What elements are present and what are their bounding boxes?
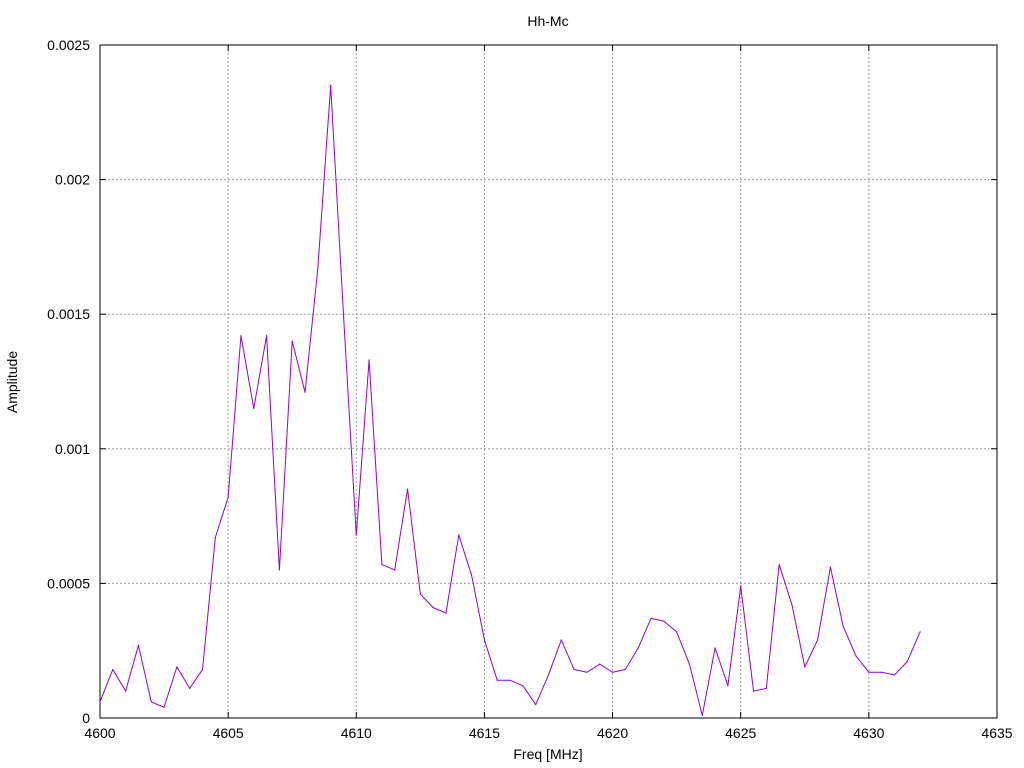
data-point bbox=[253, 407, 255, 410]
data-point bbox=[829, 566, 832, 568]
x-tick-label: 4605 bbox=[213, 725, 244, 741]
data-point bbox=[676, 631, 678, 633]
data-point bbox=[406, 488, 409, 490]
data-point bbox=[227, 496, 229, 498]
data-point bbox=[317, 267, 319, 270]
data-point bbox=[330, 84, 332, 86]
y-tick-labels: 0 0.0005 0.001 0.0015 0.002 0.0025 bbox=[47, 37, 90, 726]
data-point bbox=[611, 671, 614, 673]
x-tick-labels: 4600 4605 4610 4615 4620 4625 4630 4635 bbox=[84, 725, 1012, 741]
data-point bbox=[150, 701, 152, 703]
data-point bbox=[817, 639, 819, 641]
data-point bbox=[99, 701, 101, 703]
data-point bbox=[291, 340, 293, 342]
y-tick-label: 0.0015 bbox=[47, 306, 90, 322]
y-tick-label: 0.001 bbox=[55, 441, 90, 457]
y-tick-label: 0.002 bbox=[55, 172, 90, 188]
y-tick-label: 0.0025 bbox=[47, 37, 90, 53]
data-point bbox=[368, 359, 370, 361]
data-point bbox=[342, 313, 345, 315]
data-point bbox=[240, 335, 242, 337]
data-point bbox=[278, 569, 280, 571]
x-axis-label: Freq [MHz] bbox=[513, 746, 582, 762]
data-point bbox=[176, 666, 178, 668]
x-tick-label: 4600 bbox=[84, 725, 115, 741]
data-point bbox=[355, 534, 357, 536]
data-point bbox=[893, 674, 896, 676]
data-point bbox=[868, 671, 870, 673]
data-point bbox=[189, 687, 191, 689]
data-point bbox=[663, 620, 665, 622]
data-point bbox=[855, 655, 857, 657]
data-point bbox=[714, 647, 716, 649]
data-point bbox=[547, 674, 550, 676]
data-point bbox=[791, 604, 793, 606]
data-point bbox=[804, 666, 806, 668]
data-point bbox=[445, 612, 447, 614]
data-point bbox=[560, 639, 562, 641]
data-point bbox=[496, 679, 498, 681]
data-point bbox=[881, 671, 883, 673]
chart-title: Hh-Mc bbox=[527, 13, 568, 29]
data-point bbox=[650, 617, 652, 619]
x-tick-label: 4610 bbox=[341, 725, 372, 741]
data-point bbox=[419, 593, 421, 595]
x-tick-label: 4620 bbox=[597, 725, 628, 741]
y-axis-label: Amplitude bbox=[4, 351, 20, 413]
y-tick-label: 0 bbox=[82, 710, 90, 726]
data-point bbox=[573, 668, 575, 671]
x-tick-label: 4625 bbox=[725, 725, 756, 741]
data-point bbox=[765, 687, 767, 689]
data-point bbox=[727, 685, 729, 687]
data-point bbox=[394, 569, 396, 571]
data-point bbox=[599, 663, 601, 665]
data-point bbox=[752, 690, 755, 692]
data-point bbox=[624, 668, 626, 671]
grid-lines bbox=[100, 45, 997, 718]
data-point bbox=[137, 644, 140, 646]
data-point bbox=[201, 668, 204, 671]
data-point bbox=[125, 690, 127, 692]
data-point bbox=[586, 671, 588, 673]
x-tick-label: 4630 bbox=[853, 725, 884, 741]
data-point bbox=[842, 625, 844, 628]
data-point bbox=[483, 639, 486, 641]
data-point bbox=[522, 685, 524, 687]
plot-frame bbox=[99, 44, 998, 719]
data-point bbox=[381, 563, 383, 566]
data-point bbox=[701, 714, 703, 716]
data-point bbox=[509, 679, 511, 681]
data-point bbox=[112, 668, 114, 671]
x-tick-label: 4615 bbox=[469, 725, 500, 741]
data-point bbox=[535, 703, 537, 706]
y-tick-label: 0.0005 bbox=[47, 575, 90, 591]
data-point bbox=[163, 706, 165, 708]
data-point bbox=[458, 534, 460, 536]
axis-ticks bbox=[99, 44, 998, 719]
data-point bbox=[471, 574, 473, 576]
data-point bbox=[688, 663, 691, 665]
line-chart: 4600 4605 4610 4615 4620 4625 4630 4635 0 0.0005… bbox=[4, 13, 1013, 762]
x-tick-label: 4635 bbox=[981, 725, 1012, 741]
data-point bbox=[637, 647, 639, 649]
data-point bbox=[432, 607, 434, 609]
data-point bbox=[265, 335, 268, 337]
data-point bbox=[214, 537, 216, 539]
data-point bbox=[906, 660, 908, 663]
data-point bbox=[740, 585, 742, 587]
data-point bbox=[304, 391, 306, 393]
data-point bbox=[919, 631, 921, 633]
data-point bbox=[778, 563, 780, 566]
